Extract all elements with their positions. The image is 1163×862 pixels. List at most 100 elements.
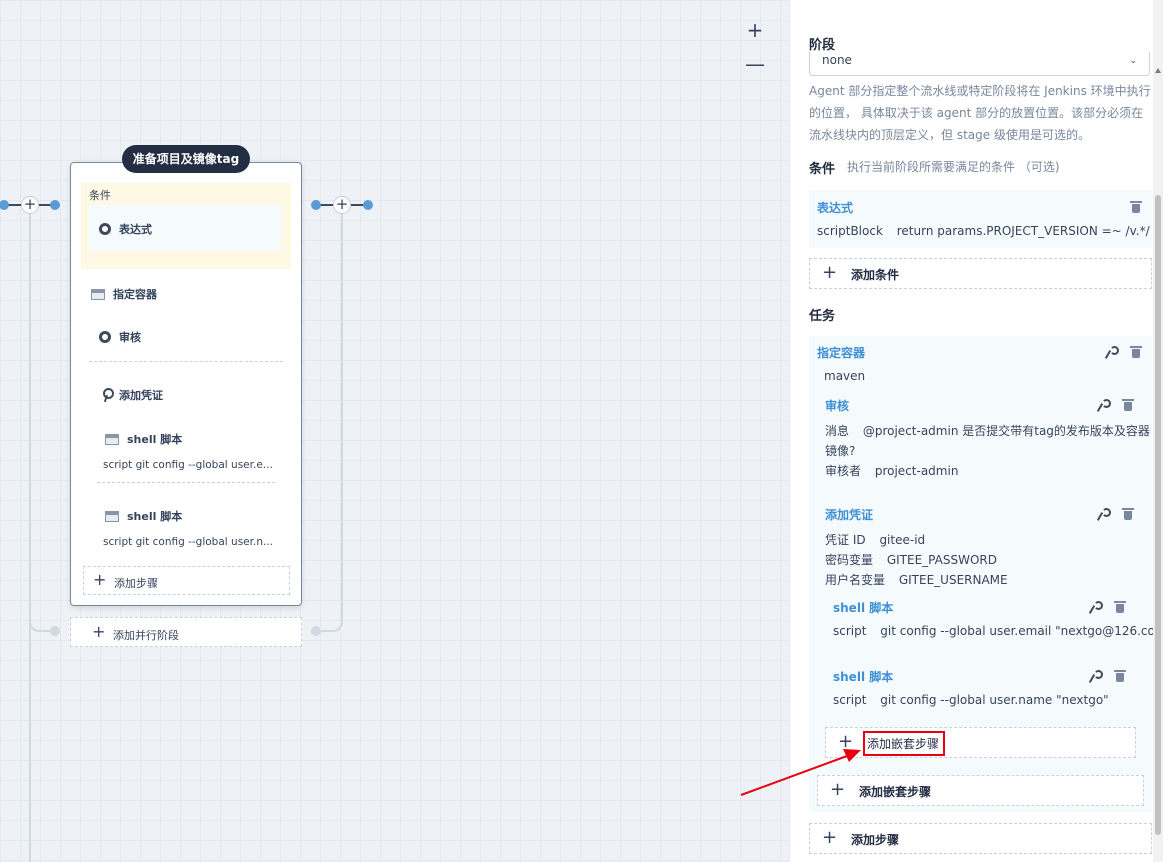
agent-description: Agent 部分指定整个流水线或特定阶段将在 Jenkins 环境中执行的位置，…: [809, 84, 1151, 142]
add-stage-node[interactable]: +: [21, 196, 39, 214]
delete-expression-icon[interactable]: [1130, 201, 1142, 213]
divider: [89, 361, 283, 362]
stage-name-badge[interactable]: 准备项目及镜像tag: [122, 145, 250, 173]
step-label: shell 脚本: [127, 433, 183, 446]
connector-dot: [0, 200, 9, 210]
review-message-key: 消息: [825, 424, 850, 438]
terminal-icon: [105, 510, 119, 522]
plus-icon: +: [92, 622, 106, 641]
edit-wrench-icon[interactable]: [1097, 508, 1111, 520]
step-item[interactable]: 指定容器: [91, 286, 157, 302]
add-step-label: 添加步骤: [114, 577, 158, 590]
add-parallel-stage-label: 添加并行阶段: [113, 629, 179, 642]
step-label: 指定容器: [113, 288, 157, 301]
connector-dot: [363, 200, 373, 210]
agent-select[interactable]: none ⌄: [809, 52, 1150, 76]
review-task-title[interactable]: 审核: [825, 397, 849, 414]
plus-icon: +: [93, 570, 107, 589]
plus-icon: +: [822, 262, 838, 283]
credential-row-value: gitee-id: [879, 533, 926, 547]
pipeline-canvas: + — + + 条件 表达式 指定容器 审核 添加凭证 shell 脚本 scr…: [0, 0, 789, 862]
key-icon: [101, 388, 114, 402]
stage-section-title: 阶段: [809, 38, 836, 53]
branch-curve: [29, 612, 51, 632]
add-parallel-stage-button[interactable]: + 添加并行阶段: [70, 617, 302, 647]
stage-conditions[interactable]: 条件 表达式: [81, 183, 291, 269]
zoom-in-button[interactable]: +: [744, 20, 766, 42]
credential-row-key: 凭证 ID: [825, 533, 866, 547]
review-message-value-cont: 镜像?: [825, 444, 856, 458]
scroll-up-arrow-icon[interactable]: [1155, 68, 1161, 73]
expression-value: return params.PROJECT_VERSION =~ /v.*/: [896, 224, 1150, 238]
shell-script-key: script: [833, 624, 867, 638]
add-condition-button[interactable]: + 添加条件: [809, 258, 1152, 289]
branch-dot: [311, 626, 321, 636]
highlight-box: [863, 731, 945, 756]
divider: [97, 482, 275, 483]
nested-step-item[interactable]: shell 脚本: [105, 431, 182, 447]
edit-wrench-icon[interactable]: [1089, 601, 1103, 613]
container-task-title[interactable]: 指定容器: [817, 344, 865, 361]
delete-task-icon[interactable]: [1114, 601, 1126, 613]
expression-key: scriptBlock: [817, 224, 883, 238]
add-nested-step-outer-button[interactable]: + 添加嵌套步骤: [817, 775, 1144, 806]
shell-script-value: git config --global user.name "nextgo": [880, 693, 1109, 707]
delete-task-icon[interactable]: [1122, 508, 1134, 520]
agent-select-value: none: [822, 53, 852, 67]
credential-row-key: 密码变量: [825, 553, 874, 567]
edit-wrench-icon[interactable]: [1089, 670, 1103, 682]
shell-task-title[interactable]: shell 脚本: [833, 668, 893, 685]
connector-dot: [311, 200, 321, 210]
condition-expression-label: 表达式: [119, 223, 152, 236]
add-step-button[interactable]: + 添加步骤: [83, 566, 290, 595]
condition-expression-item[interactable]: 表达式: [89, 205, 281, 251]
branch-curve: [321, 612, 343, 632]
delete-task-icon[interactable]: [1130, 346, 1142, 358]
credential-row-value: GITEE_PASSWORD: [886, 553, 997, 567]
step-script-preview: script git config --global user.e...: [103, 459, 273, 471]
conditions-hint: 执行当前阶段所需要满足的条件 （可选): [847, 160, 1060, 174]
branch-dot: [50, 626, 60, 636]
expression-icon: [99, 223, 111, 235]
connector-dot: [50, 200, 60, 210]
branch-line: [29, 210, 31, 862]
add-step-label: 添加步骤: [851, 833, 900, 847]
step-item[interactable]: 添加凭证: [101, 387, 163, 403]
step-label: shell 脚本: [127, 510, 183, 523]
stage-card[interactable]: 条件 表达式 指定容器 审核 添加凭证 shell 脚本 script git …: [70, 162, 302, 606]
step-script-preview: script git config --global user.n...: [103, 536, 273, 548]
reviewer-value: project-admin: [874, 464, 959, 478]
plus-icon: +: [822, 827, 838, 848]
add-nested-step-outer-label: 添加嵌套步骤: [859, 785, 932, 799]
shell-script-key: script: [833, 693, 867, 707]
nested-step-item[interactable]: shell 脚本: [105, 508, 182, 524]
reviewer-key: 审核者: [825, 464, 862, 478]
conditions-title: 条件: [809, 162, 836, 177]
conditions-label: 条件: [89, 189, 111, 202]
edit-wrench-icon[interactable]: [1097, 399, 1111, 411]
delete-task-icon[interactable]: [1114, 670, 1126, 682]
review-message-value: @project-admin 是否提交带有tag的发布版本及容器: [862, 424, 1150, 438]
add-condition-label: 添加条件: [851, 268, 900, 282]
shell-task-title[interactable]: shell 脚本: [833, 599, 893, 616]
review-icon: [99, 331, 111, 343]
delete-task-icon[interactable]: [1122, 399, 1134, 411]
scrollbar-thumb[interactable]: [1155, 195, 1161, 835]
add-stage-node[interactable]: +: [333, 196, 351, 214]
expression-title[interactable]: 表达式: [817, 199, 853, 216]
step-label: 审核: [119, 331, 141, 344]
chevron-down-icon: ⌄: [1129, 56, 1137, 66]
shell-script-value: git config --global user.email "nextgo@1…: [880, 624, 1163, 638]
expression-card[interactable]: [809, 190, 1152, 248]
credential-row-value: GITEE_USERNAME: [898, 573, 1008, 587]
credential-task-title[interactable]: 添加凭证: [825, 506, 873, 523]
add-step-button[interactable]: + 添加步骤: [809, 823, 1152, 854]
annotation-arrow-icon: [740, 749, 861, 796]
container-value: maven: [824, 369, 866, 383]
branch-line: [341, 210, 343, 618]
step-item[interactable]: 审核: [99, 329, 141, 345]
tasks-title: 任务: [809, 309, 836, 324]
edit-wrench-icon[interactable]: [1105, 346, 1119, 358]
step-label: 添加凭证: [119, 389, 163, 402]
zoom-out-button[interactable]: —: [744, 54, 766, 76]
